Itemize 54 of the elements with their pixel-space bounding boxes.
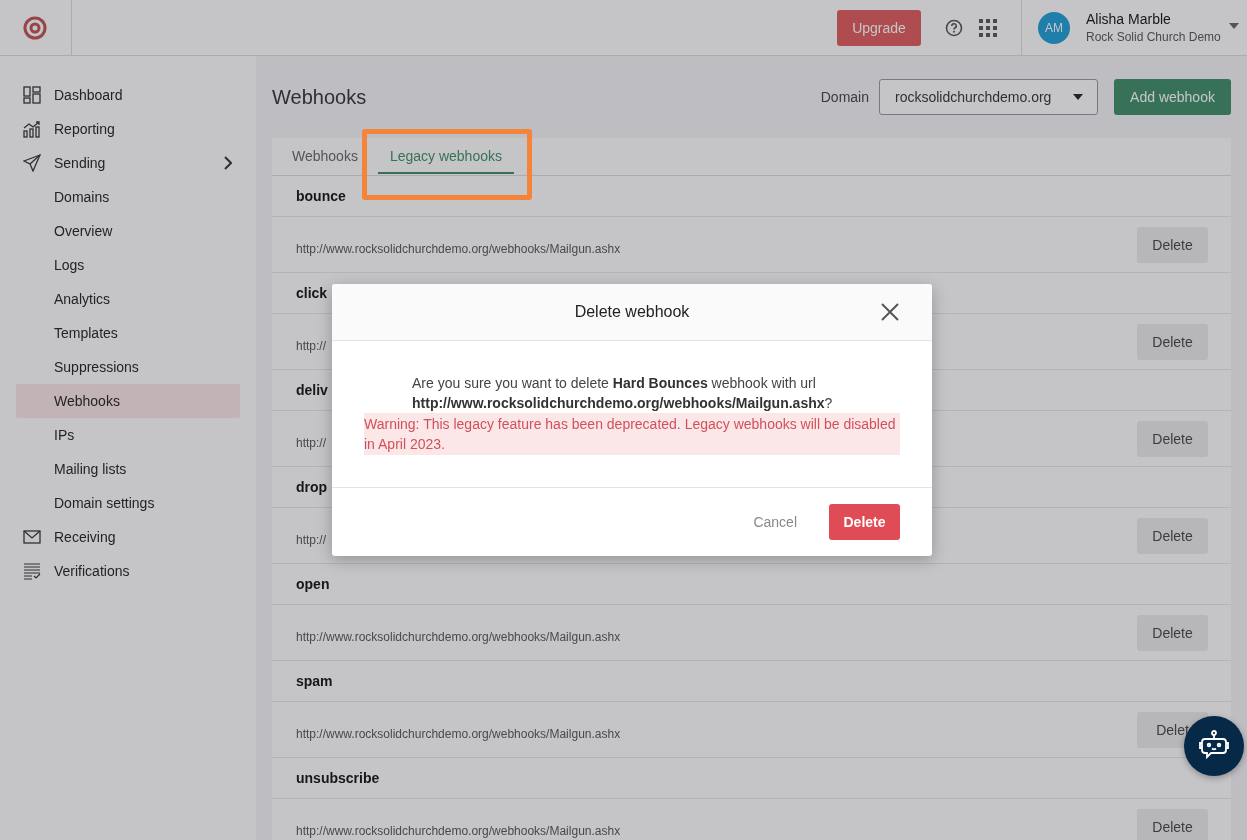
webhook-url: http://www.rocksolidchurchdemo.org/webhooks/Mailgun.ashx (296, 629, 621, 644)
help-icon[interactable] (945, 18, 963, 37)
cancel-button[interactable]: Cancel (737, 506, 813, 538)
sidebar-item[interactable]: Overview (16, 214, 240, 248)
bar-chart-icon (23, 120, 41, 138)
delete-button[interactable]: Delete (1137, 323, 1208, 360)
sidebar-item[interactable]: Domains (16, 180, 240, 214)
user-name: Alisha Marble (1086, 11, 1172, 27)
sidebar-item[interactable]: Analytics (16, 282, 240, 316)
apps-grid-icon[interactable] (979, 18, 997, 37)
domain-dropdown[interactable]: rocksolidchurchdemo.org (879, 79, 1098, 115)
sidebar-item[interactable]: Templates (16, 316, 240, 350)
avatar: AM (1038, 11, 1070, 44)
checklist-icon (23, 562, 41, 580)
sidebar-item[interactable]: Reporting (16, 112, 240, 146)
webhook-url: http://www.rocksolidchurchdemo.org/webhooks/Mailgun.ashx (296, 241, 621, 256)
sidebar-item[interactable]: Dashboard (16, 78, 240, 112)
sidebar-item[interactable]: Webhooks (16, 384, 240, 418)
chevron-right-icon (224, 156, 232, 170)
organization-name: Rock Solid Church Demo (1086, 30, 1221, 44)
sidebar-item[interactable]: Sending (16, 146, 240, 180)
webhook-event-name: spam (272, 661, 1231, 702)
webhook-url: http:// (296, 435, 327, 450)
delete-button[interactable]: Delete (1137, 226, 1208, 263)
caret-icon (1073, 94, 1083, 100)
delete-button[interactable]: Delete (1137, 517, 1208, 554)
tab[interactable]: Webhooks (280, 138, 370, 175)
envelope-icon (23, 530, 41, 544)
sidebar-item[interactable]: Receiving (16, 520, 240, 554)
logo-icon (22, 15, 47, 40)
warning-message: Warning: This legacy feature has been deprecated. Legacy webhooks will be disabled in April 2023. (364, 413, 900, 455)
sidebar-item[interactable]: Suppressions (16, 350, 240, 384)
delete-button[interactable]: Delete (1137, 808, 1208, 840)
sidebar-item[interactable]: Logs (16, 248, 240, 282)
webhook-event-name: open (272, 564, 1231, 605)
delete-button[interactable]: Delete (1137, 420, 1208, 457)
confirmation-message: Are you sure you want to delete Hard Bounces webhook with url http://www.rocksolidchurchdemo.org/webhooks/Mailgun.ashx? (412, 374, 834, 413)
sidebar-item[interactable]: IPs (16, 418, 240, 452)
domain-label: Domain (820, 89, 869, 105)
caret-icon (1228, 22, 1239, 29)
paper-plane-icon (23, 154, 41, 172)
webhook-event-name: bounce (272, 176, 1231, 217)
webhook-url: http://www.rocksolidchurchdemo.org/webhooks/Mailgun.ashx (296, 726, 621, 741)
page-title: Webhooks (272, 85, 368, 109)
sidebar-item[interactable]: Mailing lists (16, 452, 240, 486)
webhook-url: http:// (296, 338, 327, 353)
sidebar-item[interactable]: Domain settings (16, 486, 240, 520)
dashboard-icon (23, 86, 41, 104)
delete-button[interactable]: Delete (829, 504, 900, 540)
webhook-url: http:// (296, 532, 327, 547)
sidebar-item[interactable]: Verifications (16, 554, 240, 588)
close-icon[interactable] (881, 303, 899, 321)
delete-button[interactable]: Delete (1137, 614, 1208, 651)
webhook-url: http://www.rocksolidchurchdemo.org/webhooks/Mailgun.ashx (296, 823, 621, 838)
